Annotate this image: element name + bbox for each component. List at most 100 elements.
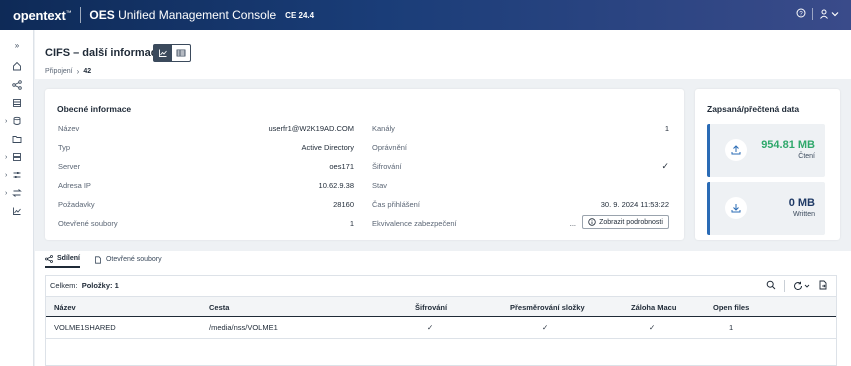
info-row-name: Název userfr1@W2K19AD.COM bbox=[58, 123, 354, 133]
column-header-encryption[interactable]: Šifrování bbox=[415, 303, 447, 312]
security-equivalence-value: ... bbox=[569, 218, 576, 228]
info-area: Obecné informace Název userfr1@W2K19AD.CO… bbox=[35, 79, 851, 251]
chevron-right-icon: › bbox=[5, 117, 8, 125]
info-icon bbox=[588, 218, 596, 226]
toolbar-separator bbox=[784, 280, 785, 292]
data-io-card: Zapsaná/přečtená data 954.81 MB Čtení 0 … bbox=[695, 89, 840, 240]
header-separator bbox=[812, 8, 813, 20]
file-icon bbox=[95, 255, 101, 264]
written-label: Written bbox=[792, 211, 815, 218]
sidebar-item-reports[interactable] bbox=[6, 204, 28, 218]
share-icon bbox=[45, 254, 53, 263]
brand-logo: opentext™ bbox=[13, 7, 72, 23]
info-row-requests: Požadavky 28160 bbox=[58, 199, 354, 209]
table-row[interactable]: VOLME1SHARED /media/nss/VOLME1 ✓ ✓ ✓ 1 bbox=[46, 317, 836, 339]
chevron-right-icon: › bbox=[5, 153, 8, 161]
check-icon: ✓ bbox=[542, 323, 549, 332]
check-icon: ✓ bbox=[661, 160, 669, 171]
data-io-title: Zapsaná/přečtená data bbox=[707, 104, 800, 114]
show-details-button[interactable]: Zobrazit podrobnosti bbox=[582, 215, 669, 229]
chevron-right-icon: › bbox=[76, 67, 80, 76]
check-icon: ✓ bbox=[427, 323, 434, 332]
info-row-server: Server oes171 bbox=[58, 161, 354, 171]
export-icon[interactable] bbox=[818, 280, 828, 292]
info-row-type: Typ Active Directory bbox=[58, 142, 354, 152]
column-header-open-files[interactable]: Open files bbox=[713, 303, 749, 312]
info-row-encryption: Šifrování ✓ bbox=[372, 160, 669, 171]
written-value: 0 MB bbox=[788, 197, 815, 209]
info-row-open-files: Otevřené soubory 1 bbox=[58, 218, 354, 228]
breadcrumb-parent[interactable]: Připojení bbox=[45, 68, 73, 75]
sidebar-item-storage[interactable] bbox=[6, 96, 28, 110]
chart-view-button[interactable] bbox=[154, 45, 172, 61]
sidebar: » › › › › bbox=[0, 30, 34, 366]
main-content: CIFS – další informace Připojení › 42 Ob… bbox=[35, 30, 851, 366]
expand-sidebar-icon[interactable]: » bbox=[6, 38, 28, 52]
breadcrumb: Připojení › 42 bbox=[45, 67, 91, 76]
chevron-right-icon: › bbox=[5, 171, 8, 179]
refresh-menu[interactable] bbox=[793, 281, 810, 291]
sidebar-item-settings[interactable]: › bbox=[5, 168, 28, 182]
chevron-down-icon bbox=[831, 12, 839, 17]
transfer-icon bbox=[12, 189, 22, 197]
sidebar-item-connections[interactable] bbox=[6, 78, 28, 92]
column-header-folder-redirection[interactable]: Přesměrování složky bbox=[510, 303, 585, 312]
chevron-right-icon: › bbox=[5, 189, 8, 197]
sidebar-item-files[interactable] bbox=[6, 132, 28, 146]
read-label: Čtení bbox=[798, 153, 815, 160]
server-icon bbox=[13, 153, 21, 161]
general-info-card: Obecné informace Název userfr1@W2K19AD.CO… bbox=[45, 89, 684, 240]
search-icon[interactable] bbox=[766, 280, 776, 292]
tab-open-files[interactable]: Otevřené soubory bbox=[94, 251, 162, 268]
sliders-icon bbox=[13, 172, 21, 178]
view-toggle bbox=[153, 44, 191, 62]
written-data-tile: 0 MB Written bbox=[707, 182, 825, 235]
sidebar-item-servers[interactable]: › bbox=[5, 150, 28, 164]
column-header-path[interactable]: Cesta bbox=[209, 303, 229, 312]
page-title: CIFS – další informace bbox=[45, 47, 163, 59]
tab-shares[interactable]: Sdílení bbox=[45, 251, 80, 268]
download-icon bbox=[725, 197, 747, 219]
info-row-security-equivalence: Ekvivalence zabezpečení ... Zobrazit pod… bbox=[372, 215, 669, 229]
cell-open-files: 1 bbox=[729, 323, 734, 332]
read-data-tile: 954.81 MB Čtení bbox=[707, 124, 825, 177]
cell-path: /media/nss/VOLME1 bbox=[209, 323, 278, 332]
info-row-state: Stav bbox=[372, 180, 388, 190]
table-toolbar: Celkem: Položky: 1 bbox=[46, 276, 836, 296]
info-row-rights: Oprávnění bbox=[372, 142, 408, 152]
upload-icon bbox=[725, 139, 747, 161]
help-icon[interactable]: ? bbox=[796, 8, 806, 20]
chart-icon bbox=[13, 207, 21, 215]
breadcrumb-current: 42 bbox=[83, 68, 92, 75]
table-header: Název Cesta Šifrování Přesměrování složk… bbox=[46, 296, 836, 317]
info-row-login-time: Čas přihlášení 30. 9. 2024 11:53:22 bbox=[372, 199, 669, 209]
info-row-channels: Kanály 1 bbox=[372, 123, 669, 133]
shares-table: Celkem: Položky: 1 Název Cesta Šifrování… bbox=[45, 275, 837, 366]
info-row-ip: Adresa IP 10.62.9.38 bbox=[58, 180, 354, 190]
refresh-icon bbox=[794, 281, 803, 291]
table-icon bbox=[176, 49, 186, 57]
header-divider bbox=[80, 7, 82, 23]
user-menu[interactable] bbox=[819, 9, 839, 19]
folder-icon bbox=[12, 136, 22, 143]
home-icon bbox=[13, 61, 21, 71]
version-label: CE 24.4 bbox=[285, 10, 315, 20]
database-icon bbox=[13, 116, 21, 125]
table-summary: Celkem: Položky: 1 bbox=[50, 281, 119, 290]
storage-icon bbox=[13, 99, 21, 107]
tabs: Sdílení Otevřené soubory bbox=[45, 251, 162, 269]
chart-icon bbox=[159, 49, 167, 57]
user-icon bbox=[820, 9, 828, 19]
sidebar-item-transfer[interactable]: › bbox=[5, 186, 28, 200]
top-bar: opentext™ OES Unified Management Console… bbox=[0, 0, 851, 30]
read-value: 954.81 MB bbox=[761, 139, 815, 151]
sidebar-item-home[interactable] bbox=[6, 59, 28, 73]
sidebar-item-volumes[interactable]: › bbox=[5, 114, 28, 128]
app-title: OES Unified Management Console bbox=[89, 8, 277, 22]
column-header-name[interactable]: Název bbox=[54, 303, 76, 312]
chevron-down-icon bbox=[804, 284, 810, 288]
table-view-button[interactable] bbox=[172, 45, 190, 61]
network-icon bbox=[12, 80, 22, 90]
column-header-mac-backup[interactable]: Záloha Macu bbox=[631, 303, 676, 312]
check-icon: ✓ bbox=[649, 323, 656, 332]
